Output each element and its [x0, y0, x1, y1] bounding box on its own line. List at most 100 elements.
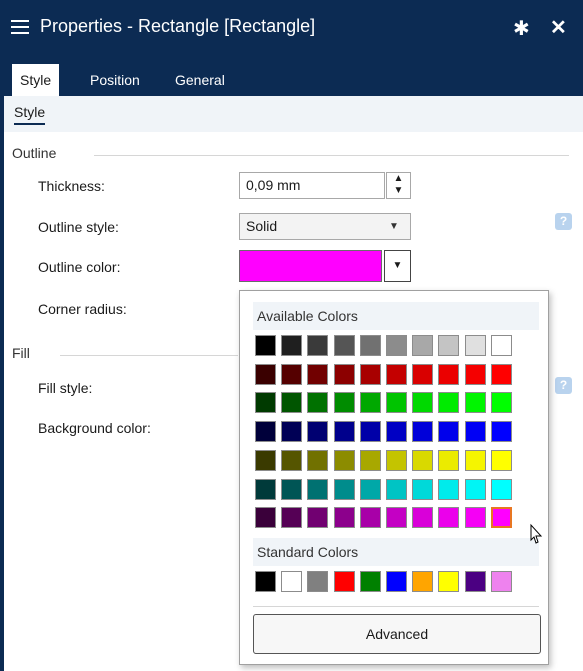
- standard-color-swatch[interactable]: [359, 571, 381, 592]
- color-swatch[interactable]: [438, 507, 460, 529]
- advanced-button[interactable]: Advanced: [253, 614, 541, 654]
- color-swatch[interactable]: [464, 421, 486, 443]
- corner-radius-label: Corner radius:: [38, 301, 127, 317]
- help-icon[interactable]: ?: [555, 213, 572, 230]
- thickness-spinner[interactable]: ▲ ▼: [386, 172, 411, 199]
- close-icon[interactable]: ✕: [550, 15, 567, 40]
- color-swatch[interactable]: [386, 392, 407, 414]
- color-swatch[interactable]: [464, 478, 486, 500]
- color-swatch[interactable]: [255, 363, 276, 385]
- standard-colors-header: Standard Colors: [253, 538, 539, 566]
- color-swatch[interactable]: [359, 363, 381, 385]
- color-swatch[interactable]: [438, 335, 460, 356]
- color-swatch[interactable]: [333, 507, 355, 529]
- color-swatch[interactable]: [412, 421, 434, 443]
- color-swatch[interactable]: [386, 507, 407, 529]
- color-swatch[interactable]: [359, 392, 381, 414]
- color-swatch[interactable]: [307, 478, 329, 500]
- color-swatch[interactable]: [464, 363, 486, 385]
- outline-color-swatch[interactable]: [239, 250, 382, 282]
- color-swatch[interactable]: [359, 478, 381, 500]
- color-swatch[interactable]: [333, 335, 355, 356]
- color-swatch[interactable]: [307, 392, 329, 414]
- color-swatch[interactable]: [281, 507, 303, 529]
- subtab-style[interactable]: Style: [14, 104, 46, 125]
- title-bar: Properties - Rectangle [Rectangle] ✱ ✕: [0, 0, 583, 58]
- color-swatch[interactable]: [359, 449, 381, 471]
- color-swatch[interactable]: [386, 421, 407, 443]
- color-swatch[interactable]: [438, 392, 460, 414]
- color-swatch[interactable]: [438, 421, 460, 443]
- menu-icon[interactable]: [11, 20, 29, 34]
- color-swatch[interactable]: [412, 449, 434, 471]
- color-swatch[interactable]: [359, 335, 381, 356]
- color-swatch[interactable]: [307, 421, 329, 443]
- color-swatch[interactable]: [255, 449, 276, 471]
- outline-section-label: Outline: [12, 145, 57, 161]
- color-swatch[interactable]: [490, 507, 512, 529]
- standard-color-swatch[interactable]: [333, 571, 355, 592]
- color-swatch[interactable]: [386, 363, 407, 385]
- color-swatch[interactable]: [412, 392, 434, 414]
- color-swatch[interactable]: [333, 478, 355, 500]
- outline-style-dropdown[interactable]: Solid: [239, 213, 411, 240]
- help-icon[interactable]: ?: [555, 377, 572, 394]
- standard-color-swatch[interactable]: [386, 571, 407, 592]
- tab-style[interactable]: Style: [12, 64, 60, 96]
- standard-color-swatch[interactable]: [490, 571, 512, 592]
- outline-style-label: Outline style:: [38, 219, 119, 235]
- color-swatch[interactable]: [255, 335, 276, 356]
- color-swatch[interactable]: [281, 421, 303, 443]
- pin-icon[interactable]: ✱: [513, 16, 530, 41]
- standard-color-swatch[interactable]: [412, 571, 434, 592]
- color-swatch[interactable]: [464, 392, 486, 414]
- color-swatch[interactable]: [464, 335, 486, 356]
- color-swatch[interactable]: [255, 507, 276, 529]
- color-swatch[interactable]: [359, 507, 381, 529]
- color-swatch[interactable]: [490, 421, 512, 443]
- color-swatch[interactable]: [412, 507, 434, 529]
- color-swatch[interactable]: [412, 363, 434, 385]
- color-swatch[interactable]: [281, 478, 303, 500]
- color-swatch[interactable]: [333, 363, 355, 385]
- color-swatch[interactable]: [490, 449, 512, 471]
- color-swatch[interactable]: [307, 363, 329, 385]
- standard-color-swatch[interactable]: [281, 571, 303, 592]
- color-swatch[interactable]: [281, 449, 303, 471]
- color-swatch[interactable]: [333, 449, 355, 471]
- standard-color-swatch[interactable]: [438, 571, 460, 592]
- color-swatch[interactable]: [490, 392, 512, 414]
- tab-position[interactable]: Position: [82, 64, 148, 96]
- color-swatch[interactable]: [333, 392, 355, 414]
- outline-color-dropdown-button[interactable]: ▼: [384, 250, 411, 282]
- color-swatch[interactable]: [359, 421, 381, 443]
- standard-color-swatch[interactable]: [255, 571, 276, 592]
- color-swatch[interactable]: [333, 421, 355, 443]
- standard-color-swatch[interactable]: [464, 571, 486, 592]
- color-swatch[interactable]: [464, 507, 486, 529]
- color-swatch[interactable]: [307, 507, 329, 529]
- color-swatch[interactable]: [438, 478, 460, 500]
- color-swatch[interactable]: [412, 335, 434, 356]
- color-swatch[interactable]: [255, 478, 276, 500]
- color-swatch[interactable]: [490, 363, 512, 385]
- color-swatch[interactable]: [412, 478, 434, 500]
- color-swatch[interactable]: [307, 335, 329, 356]
- color-swatch[interactable]: [438, 449, 460, 471]
- color-swatch[interactable]: [281, 363, 303, 385]
- color-swatch[interactable]: [307, 449, 329, 471]
- color-swatch[interactable]: [255, 421, 276, 443]
- color-swatch[interactable]: [490, 335, 512, 356]
- color-swatch[interactable]: [386, 478, 407, 500]
- color-swatch[interactable]: [386, 449, 407, 471]
- tab-general[interactable]: General: [167, 64, 233, 96]
- color-swatch[interactable]: [255, 392, 276, 414]
- color-swatch[interactable]: [438, 363, 460, 385]
- standard-color-swatch[interactable]: [307, 571, 329, 592]
- thickness-input[interactable]: 0,09 mm: [239, 172, 385, 199]
- color-swatch[interactable]: [281, 335, 303, 356]
- color-swatch[interactable]: [281, 392, 303, 414]
- color-swatch[interactable]: [490, 478, 512, 500]
- color-swatch[interactable]: [386, 335, 407, 356]
- color-swatch[interactable]: [464, 449, 486, 471]
